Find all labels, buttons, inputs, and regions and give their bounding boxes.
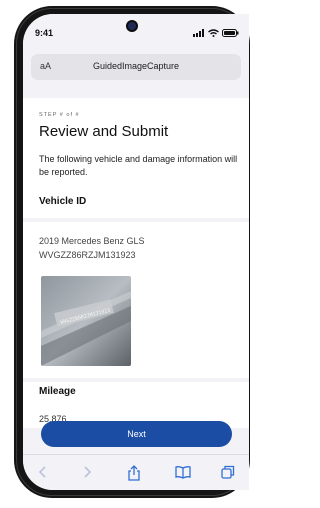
vin-photo-image: WVGZZ86RZJM131923	[41, 276, 131, 366]
page-title: Review and Submit	[39, 123, 169, 140]
back-icon[interactable]	[37, 465, 49, 479]
review-card: STEP # of # Review and Submit The follow…	[23, 98, 249, 218]
next-button[interactable]: Next	[41, 421, 232, 447]
vehicle-model: 2019 Mercedes Benz GLS	[39, 236, 145, 246]
vehicle-vin: WVGZZ86RZJM131923	[39, 250, 136, 260]
wifi-icon	[208, 29, 219, 37]
share-icon[interactable]	[127, 465, 141, 481]
tabs-icon[interactable]	[221, 465, 235, 479]
bookmarks-icon[interactable]	[175, 465, 191, 479]
step-indicator: STEP # of #	[39, 112, 80, 118]
forward-icon[interactable]	[81, 465, 93, 479]
status-bar: 9:41	[23, 14, 249, 54]
main-content: STEP # of # Review and Submit The follow…	[23, 98, 249, 428]
battery-icon	[222, 29, 239, 37]
vin-photo[interactable]: WVGZZ86RZJM131923	[41, 276, 131, 366]
page-description: The following vehicle and damage informa…	[39, 154, 238, 177]
front-camera	[128, 22, 136, 30]
phone-screen: 9:41 aA GuidedImageCapture STEP # of # R…	[23, 14, 249, 490]
status-icons	[193, 29, 239, 37]
page-url-title: GuidedImageCapture	[92, 61, 180, 71]
vehicle-id-heading: Vehicle ID	[39, 196, 87, 207]
browser-toolbar	[23, 454, 249, 490]
mileage-heading: Mileage	[39, 386, 76, 397]
url-bar[interactable]: aA GuidedImageCapture	[31, 54, 241, 80]
signal-icon	[193, 29, 204, 37]
status-time: 9:41	[35, 28, 54, 38]
